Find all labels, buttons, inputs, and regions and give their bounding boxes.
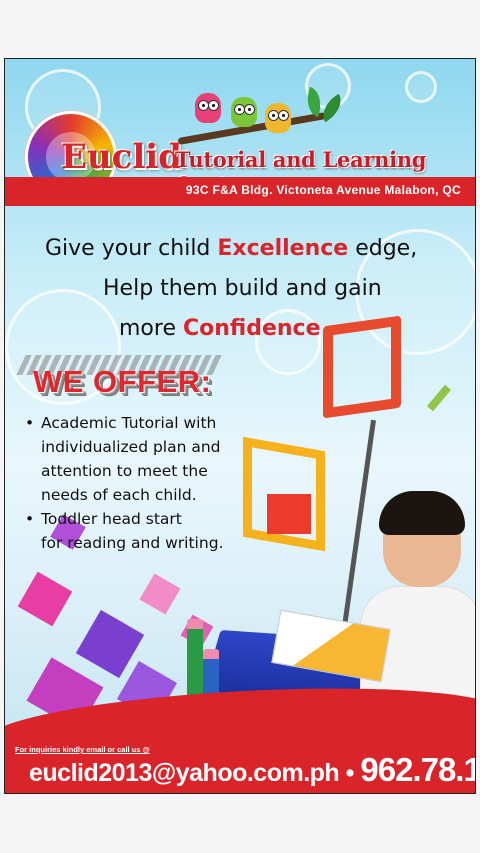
contact-line: euclid2013@yahoo.com.ph • 962.78.14 <box>29 751 475 789</box>
list-item: • Academic Tutorial with individualized … <box>25 414 221 504</box>
email-link[interactable]: euclid2013@yahoo.com.ph <box>29 759 340 787</box>
brand-name: Euclid <box>61 137 182 177</box>
headline-emphasis-excellence: Excellence <box>217 236 349 261</box>
child-hair <box>379 491 465 535</box>
offer-list: • Academic Tutorial with individualized … <box>25 411 260 555</box>
owl-icon <box>231 97 257 127</box>
cube-decoration <box>139 573 181 615</box>
red-frame-decoration <box>323 315 401 419</box>
red-square-decoration <box>267 494 311 534</box>
owl-icon <box>265 103 291 133</box>
owl-icon <box>195 93 221 123</box>
phone-link[interactable]: 962.78.14 <box>360 751 475 788</box>
headline-line-1: Give your child Excellence edge, <box>45 236 418 261</box>
headline-line-3: more Confidence <box>119 316 321 341</box>
cube-decoration <box>17 571 73 627</box>
headline-line-2: Help them build and gain <box>103 276 382 301</box>
poster: Euclid Tutorial and Learning Center 93C … <box>4 58 476 794</box>
address-text: 93C F&A Bldg. Victoneta Avenue Malabon, … <box>185 183 461 197</box>
green-stick-decoration <box>426 384 452 412</box>
bubble-decoration <box>405 71 437 103</box>
list-item: • Toddler head start for reading and wri… <box>25 510 224 552</box>
headline-emphasis-confidence: Confidence <box>182 316 321 341</box>
offer-title: WE OFFER: <box>33 364 212 399</box>
